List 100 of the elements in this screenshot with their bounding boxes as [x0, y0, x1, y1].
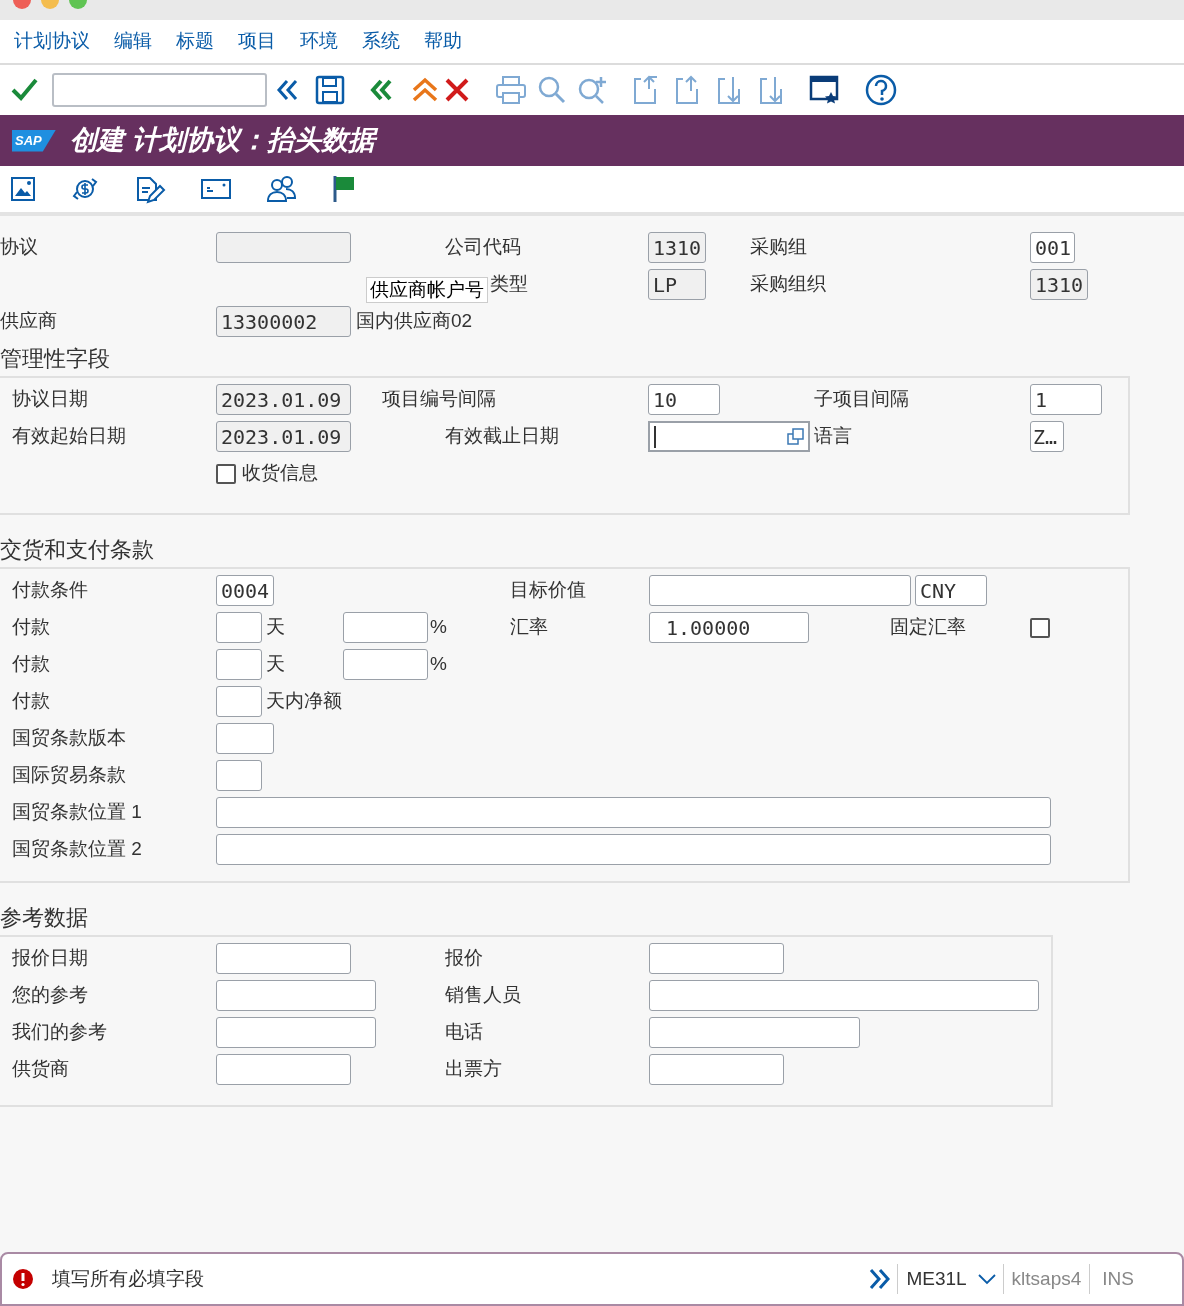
input-field[interactable] — [216, 980, 376, 1011]
input-field[interactable] — [649, 575, 911, 606]
input-field[interactable] — [216, 723, 274, 754]
field-label: 付款条件 — [12, 578, 88, 603]
save-icon[interactable] — [315, 75, 345, 105]
input-mode: INS — [1102, 1266, 1134, 1291]
menu-item[interactable]: 项目 — [238, 27, 276, 56]
input-field[interactable] — [649, 1054, 784, 1085]
field-label: 供货商 — [12, 1057, 69, 1082]
server-name: kltsaps4 — [1011, 1266, 1082, 1291]
field-label: 销售人员 — [445, 983, 521, 1008]
search-next-icon[interactable] — [577, 75, 607, 105]
field-label: 目标价值 — [510, 578, 586, 603]
unit-label: % — [430, 652, 447, 677]
input-field[interactable]: 13300002 — [216, 306, 351, 337]
input-field[interactable] — [216, 686, 262, 717]
maximize-icon[interactable] — [68, 0, 88, 9]
input-field[interactable] — [216, 760, 262, 791]
input-field[interactable]: CNY — [915, 575, 987, 606]
input-field[interactable]: LP — [648, 269, 706, 300]
input-field[interactable] — [343, 612, 428, 643]
field-label: 汇率 — [510, 615, 548, 640]
search-icon[interactable] — [537, 75, 567, 105]
input-field[interactable] — [216, 1017, 376, 1048]
field-label: 报价日期 — [12, 946, 88, 971]
menu-item[interactable]: 计划协议 — [14, 27, 90, 56]
input-field[interactable] — [216, 943, 351, 974]
vendor-name: 国内供应商02 — [356, 309, 473, 334]
input-field[interactable] — [216, 232, 351, 263]
field-label: 供应商 — [0, 309, 57, 334]
field-label: 出票方 — [445, 1057, 502, 1082]
input-field[interactable] — [649, 980, 1039, 1011]
field-label: 我们的参考 — [12, 1020, 107, 1045]
field-label: 公司代码 — [445, 235, 521, 260]
field-label: 语言 — [814, 424, 852, 449]
unit-label: 天 — [266, 615, 285, 640]
field-label: 国际贸易条款 — [12, 763, 126, 788]
menu-item[interactable]: 环境 — [300, 27, 338, 56]
document-edit-icon[interactable] — [134, 174, 166, 204]
unit-label: 天内净额 — [266, 689, 342, 714]
menu-item[interactable]: 系统 — [362, 27, 400, 56]
input-field[interactable] — [216, 649, 262, 680]
cancel-icon[interactable] — [443, 76, 471, 104]
close-icon[interactable] — [12, 0, 32, 9]
input-field[interactable]: 001 — [1030, 232, 1075, 263]
input-field[interactable] — [216, 612, 262, 643]
field-label: 有效起始日期 — [12, 424, 126, 449]
field-label: 有效截止日期 — [445, 424, 559, 449]
card-icon[interactable] — [200, 176, 232, 202]
menu-item[interactable]: 编辑 — [114, 27, 152, 56]
input-field[interactable] — [648, 421, 810, 452]
unit-label: 天 — [266, 652, 285, 677]
help-icon[interactable] — [865, 74, 897, 106]
field-label: 采购组 — [750, 235, 807, 260]
checkbox[interactable] — [1030, 617, 1050, 638]
print-icon[interactable] — [495, 75, 527, 105]
input-field[interactable]: 0004 — [216, 575, 274, 606]
field-label: 固定汇率 — [890, 615, 966, 640]
input-field[interactable]: 2023.01.09 — [216, 384, 351, 415]
field-label: 协议日期 — [12, 387, 88, 412]
tooltip: 供应商帐户号 — [366, 277, 488, 303]
field-label: 电话 — [445, 1020, 483, 1045]
dropdown-icon[interactable] — [976, 1272, 997, 1286]
image-icon[interactable] — [10, 176, 36, 202]
double-up-arrow-icon[interactable] — [411, 76, 439, 104]
input-field[interactable]: 1310 — [648, 232, 706, 263]
expand-icon[interactable] — [868, 1267, 892, 1291]
currency-exchange-icon[interactable] — [70, 175, 100, 203]
field-label: 付款 — [12, 652, 50, 677]
value-help-icon[interactable] — [787, 428, 804, 445]
menu-item[interactable]: 标题 — [176, 27, 214, 56]
logo: SAP — [12, 129, 56, 152]
window-icon[interactable] — [809, 74, 841, 106]
checkbox[interactable] — [216, 463, 236, 484]
menu-item[interactable]: 帮助 — [424, 27, 462, 56]
field-label: 报价 — [445, 946, 483, 971]
minimize-icon[interactable] — [40, 0, 60, 9]
flag-icon[interactable] — [331, 174, 357, 204]
input-field[interactable] — [216, 1054, 351, 1085]
input-field[interactable] — [216, 834, 1051, 865]
input-field[interactable]: 1 — [1030, 384, 1102, 415]
input-field[interactable] — [649, 943, 784, 974]
field-label: 国贸条款位置 2 — [12, 837, 142, 862]
transaction-code: ME31L — [906, 1266, 967, 1291]
section-title: 管理性字段 — [0, 344, 110, 373]
users-icon[interactable] — [266, 175, 297, 203]
input-field[interactable] — [343, 649, 428, 680]
field-label: 项目编号间隔 — [382, 387, 496, 412]
checkbox-label: 收货信息 — [242, 461, 318, 486]
input-field[interactable]: 10 — [648, 384, 720, 415]
input-field[interactable] — [649, 1017, 860, 1048]
input-field[interactable]: 1310 — [1030, 269, 1088, 300]
input-field[interactable]: 2023.01.09 — [216, 421, 351, 452]
field-label: 采购组织 — [750, 272, 826, 297]
command-field[interactable] — [52, 73, 267, 107]
input-field[interactable]: 1.00000 — [649, 612, 809, 643]
section-title: 参考数据 — [0, 903, 88, 932]
field-label: 付款 — [12, 615, 50, 640]
input-field[interactable] — [216, 797, 1051, 828]
input-field[interactable]: Z… — [1030, 421, 1064, 452]
